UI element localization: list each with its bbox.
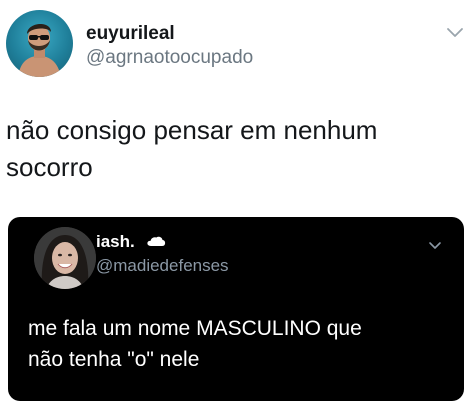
quoted-author-name[interactable]: iash.: [96, 232, 135, 252]
author-name[interactable]: euyurileal: [86, 23, 175, 45]
quoted-avatar-image: [34, 227, 96, 289]
tweet-text-line: não consigo pensar em nenhum: [6, 115, 378, 145]
quoted-tweet-text: me fala um nome MASCULINO que não tenha …: [28, 313, 448, 375]
quoted-tweet-text-line: me fala um nome MASCULINO que: [28, 317, 362, 340]
avatar[interactable]: [6, 10, 73, 77]
quoted-avatar[interactable]: [34, 227, 96, 289]
quoted-tweet-card[interactable]: iash. @madiedefenses me fala um nome MAS…: [8, 217, 464, 401]
quoted-author-handle[interactable]: @madiedefenses: [96, 256, 229, 276]
cloud-icon: [147, 236, 166, 246]
chevron-down-icon[interactable]: [428, 241, 442, 250]
quoted-tweet-text-line: não tenha "o" nele: [28, 348, 200, 371]
chevron-down-icon[interactable]: [446, 26, 464, 38]
tweet-text-line: socorro: [6, 152, 93, 182]
tweet-text: não consigo pensar em nenhum socorro: [6, 112, 466, 186]
author-handle[interactable]: @agrnaotoocupado: [86, 47, 253, 69]
avatar-image: [18, 23, 61, 77]
tweet-header: euyurileal @agrnaotoocupado: [0, 0, 474, 90]
